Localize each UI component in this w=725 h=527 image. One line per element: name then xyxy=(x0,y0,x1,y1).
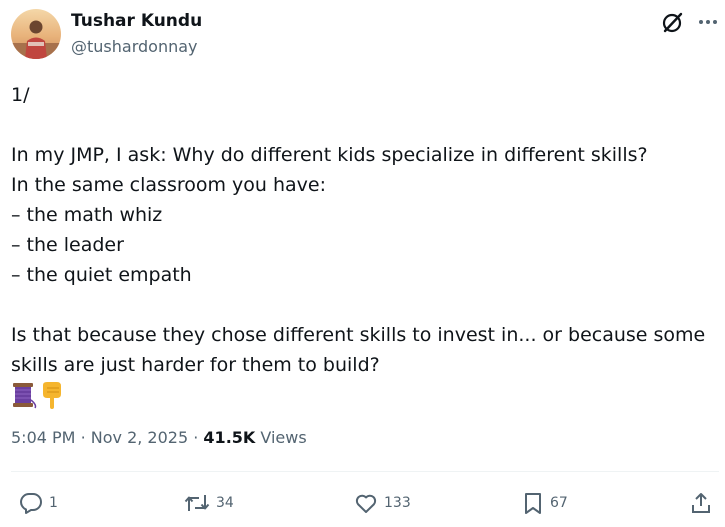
more-icon[interactable] xyxy=(696,10,720,34)
bookmark-button[interactable]: 67 xyxy=(522,490,568,516)
reply-icon xyxy=(19,491,43,515)
tweet-line: Is that because they chose different ski… xyxy=(11,324,706,346)
reply-count: 1 xyxy=(49,495,58,511)
repost-icon xyxy=(184,491,210,515)
share-icon xyxy=(689,491,713,515)
timestamp-row: 5:04 PM · Nov 2, 2025 · 41.5K Views xyxy=(11,428,307,447)
divider xyxy=(11,471,719,472)
tweet-line: 1/ xyxy=(11,84,30,106)
tweet-time[interactable]: 5:04 PM xyxy=(11,428,75,447)
tweet-line: In my JMP, I ask: Why do different kids … xyxy=(11,144,648,166)
tweet-card: Tushar Kundu @tushardonnay 1/ In my JMP,… xyxy=(0,0,725,527)
share-button[interactable] xyxy=(689,490,713,516)
separator: · xyxy=(193,428,199,447)
tweet-line: – the math whiz xyxy=(11,204,163,226)
like-button[interactable]: 133 xyxy=(354,490,411,516)
thread-spool-emoji xyxy=(13,383,37,409)
tweet-line: In the same classroom you have: xyxy=(11,174,327,196)
views-count[interactable]: 41.5K xyxy=(203,428,255,447)
views-label: Views xyxy=(260,428,307,447)
avatar[interactable] xyxy=(11,9,61,59)
pointing-down-emoji xyxy=(43,382,61,409)
author-name[interactable]: Tushar Kundu xyxy=(71,11,202,31)
tweet-line: – the leader xyxy=(11,234,124,256)
grok-icon[interactable] xyxy=(660,10,686,36)
author-handle[interactable]: @tushardonnay xyxy=(71,37,198,56)
repost-count: 34 xyxy=(216,495,234,511)
reply-button[interactable]: 1 xyxy=(19,490,58,516)
tweet-line: skills are just harder for them to build… xyxy=(11,354,380,376)
tweet-date[interactable]: Nov 2, 2025 xyxy=(91,428,188,447)
tweet-line: – the quiet empath xyxy=(11,264,192,286)
repost-button[interactable]: 34 xyxy=(184,490,234,516)
like-icon xyxy=(354,491,378,515)
like-count: 133 xyxy=(384,495,411,511)
avatar-image xyxy=(11,9,61,59)
separator: · xyxy=(80,428,86,447)
bookmark-icon xyxy=(522,491,544,515)
bookmark-count: 67 xyxy=(550,495,568,511)
emoji-row xyxy=(11,380,71,410)
